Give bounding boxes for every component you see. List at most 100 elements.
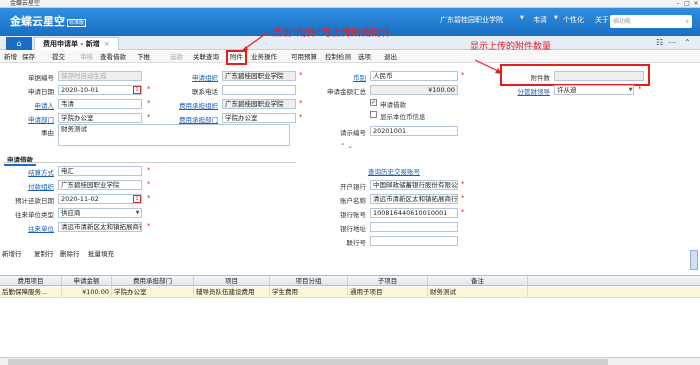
required-mark: *: [147, 113, 151, 121]
required-mark: *: [638, 85, 642, 93]
required-mark: *: [147, 99, 151, 107]
pay-org-label[interactable]: 付款组织: [8, 181, 54, 191]
grid-header-row: 费用项目 申请金额 费用承担部门 项目 项目分组 子项目 备注: [0, 275, 700, 287]
apply-org-field[interactable]: 广东碧桂园职业学院: [222, 71, 296, 81]
table-cell[interactable]: 辅导员队伍建设费用: [194, 287, 270, 298]
applicant-field[interactable]: 韦清: [58, 99, 142, 109]
account-name-label: 账户名称: [340, 197, 366, 205]
table-cell[interactable]: 学生费用: [270, 287, 348, 298]
column-header[interactable]: 申请金额: [62, 276, 112, 287]
cost-dept-label[interactable]: 费用承担部门: [160, 114, 218, 124]
column-header[interactable]: 子项目: [348, 276, 428, 287]
required-mark: *: [147, 180, 151, 188]
loan-checkbox[interactable]: ✓: [370, 99, 377, 106]
settle-method-field[interactable]: 电汇: [58, 166, 142, 176]
bank-field[interactable]: 中国邮政储蓄银行股份有限公司: [370, 180, 458, 190]
required-mark: *: [299, 71, 303, 79]
arrow-to-count: [474, 59, 501, 73]
copy-row-button[interactable]: 复制行: [34, 248, 54, 260]
loan-section-tab[interactable]: 申请借款: [4, 154, 36, 166]
arrow-to-attachment: [242, 31, 269, 51]
table-cell[interactable]: 学院办公室: [112, 287, 194, 298]
cost-org-label[interactable]: 费用承担组织: [160, 100, 218, 110]
horizontal-scrollbar[interactable]: [0, 357, 700, 365]
table-cell[interactable]: 后勤保障服务...: [0, 287, 62, 298]
request-no-label: 请示编号: [340, 129, 366, 137]
table-cell[interactable]: ¥100.00: [62, 287, 112, 298]
required-mark: *: [461, 194, 465, 202]
apply-date-field[interactable]: 2020-10-01: [58, 85, 142, 95]
show-unit-checkbox[interactable]: [370, 111, 377, 118]
settle-method-label[interactable]: 结算方式: [8, 167, 54, 177]
account-name-field[interactable]: 清远市清新区太和镇拓展商行: [370, 194, 458, 204]
attachment-count-field: [554, 71, 644, 81]
cost-org-field[interactable]: 广东碧桂园职业学院: [222, 99, 296, 109]
applicant-label[interactable]: 申请人: [8, 100, 55, 110]
table-row[interactable]: 后勤保障服务... ¥100.00 学院办公室 辅导员队伍建设费用 学生费用 通…: [0, 287, 700, 298]
loan-checkbox-label: 申请借款: [380, 101, 406, 109]
account-no-field[interactable]: 100816440610010001: [370, 208, 458, 218]
column-header[interactable]: 项目分组: [270, 276, 348, 287]
chevron-down-icon[interactable]: ▼: [627, 86, 634, 94]
required-mark: *: [299, 113, 303, 121]
section-divider: [4, 162, 296, 163]
currency-label[interactable]: 币别: [320, 72, 366, 82]
bank-code-field[interactable]: [370, 236, 458, 246]
bank-address-field[interactable]: [370, 222, 458, 232]
return-date-field[interactable]: 2020-11-02: [58, 194, 142, 204]
chevron-down-icon[interactable]: ▼: [134, 209, 141, 217]
bank-label: 开户银行: [340, 183, 366, 191]
column-header[interactable]: 项目: [194, 276, 270, 287]
bill-no-field[interactable]: 保存时自动生成: [58, 71, 142, 81]
required-mark: *: [461, 180, 465, 188]
column-header[interactable]: 备注: [428, 276, 528, 287]
amount-total-label: 申请金额汇总: [327, 88, 366, 96]
contact-unit-label[interactable]: 往来单位: [8, 223, 54, 233]
contact-phone-field[interactable]: [222, 85, 296, 95]
contact-type-field[interactable]: 供应商: [58, 208, 142, 218]
required-mark: *: [147, 194, 151, 202]
expand-collapse-icon[interactable]: ⌃ ⌄: [340, 142, 353, 150]
required-mark: *: [461, 208, 465, 216]
required-mark: *: [147, 166, 151, 174]
return-date-label: 预计还款日期: [15, 197, 54, 205]
request-no-field[interactable]: 20201001: [370, 126, 458, 136]
treasurer-label[interactable]: 分管财领导: [500, 86, 551, 96]
required-mark: *: [461, 71, 465, 79]
scrollbar-thumb[interactable]: [8, 359, 608, 365]
attachment-count-label: 附件数: [530, 74, 551, 82]
contact-phone-label: 联系电话: [192, 88, 218, 96]
pay-org-field[interactable]: 广东碧桂园职业学院: [58, 180, 142, 190]
history-account-link[interactable]: 查询历史交易账号: [368, 166, 420, 176]
cost-dept-field[interactable]: 学院办公室: [222, 113, 296, 123]
contact-unit-field[interactable]: 清远市清新区太和镇拓展商行: [58, 222, 142, 232]
treasurer-field[interactable]: 许从迪: [554, 85, 634, 95]
show-unit-checkbox-label: 显示本位币信息: [380, 113, 426, 121]
apply-dept-label[interactable]: 申请部门: [8, 114, 54, 124]
grid-toolbar: 新增行 复制行 删除行 批量填充: [0, 249, 700, 259]
required-mark: *: [147, 222, 151, 230]
delete-row-button[interactable]: 删除行: [60, 248, 80, 260]
required-mark: *: [299, 99, 303, 107]
table-cell[interactable]: 财务测试: [428, 287, 528, 298]
contact-type-label: 往来单位类型: [15, 211, 54, 219]
account-no-label: 银行账号: [340, 211, 366, 219]
reason-textarea[interactable]: 财务测试: [58, 124, 290, 146]
column-header[interactable]: 费用项目: [0, 276, 62, 287]
apply-date-label: 申请日期: [28, 88, 54, 96]
bill-no-label: 单据编号: [28, 74, 54, 82]
reason-label: 事由: [41, 129, 54, 137]
side-panel-handle[interactable]: [690, 250, 698, 270]
column-header[interactable]: 费用承担部门: [112, 276, 194, 287]
bank-address-label: 银行地址: [340, 225, 366, 233]
amount-total-field: ¥100.00: [370, 85, 458, 95]
apply-org-label[interactable]: 申请组织: [168, 72, 218, 82]
table-cell[interactable]: 通用子项目: [348, 287, 428, 298]
currency-field[interactable]: 人民币: [370, 71, 458, 81]
bank-code-label: 联行号: [346, 239, 367, 247]
calendar-icon[interactable]: 1: [133, 195, 141, 203]
batch-fill-button[interactable]: 批量填充: [88, 248, 114, 260]
apply-dept-field[interactable]: 学院办公室: [58, 113, 142, 123]
add-row-button[interactable]: 新增行: [2, 248, 22, 260]
calendar-icon[interactable]: 1: [133, 86, 141, 94]
